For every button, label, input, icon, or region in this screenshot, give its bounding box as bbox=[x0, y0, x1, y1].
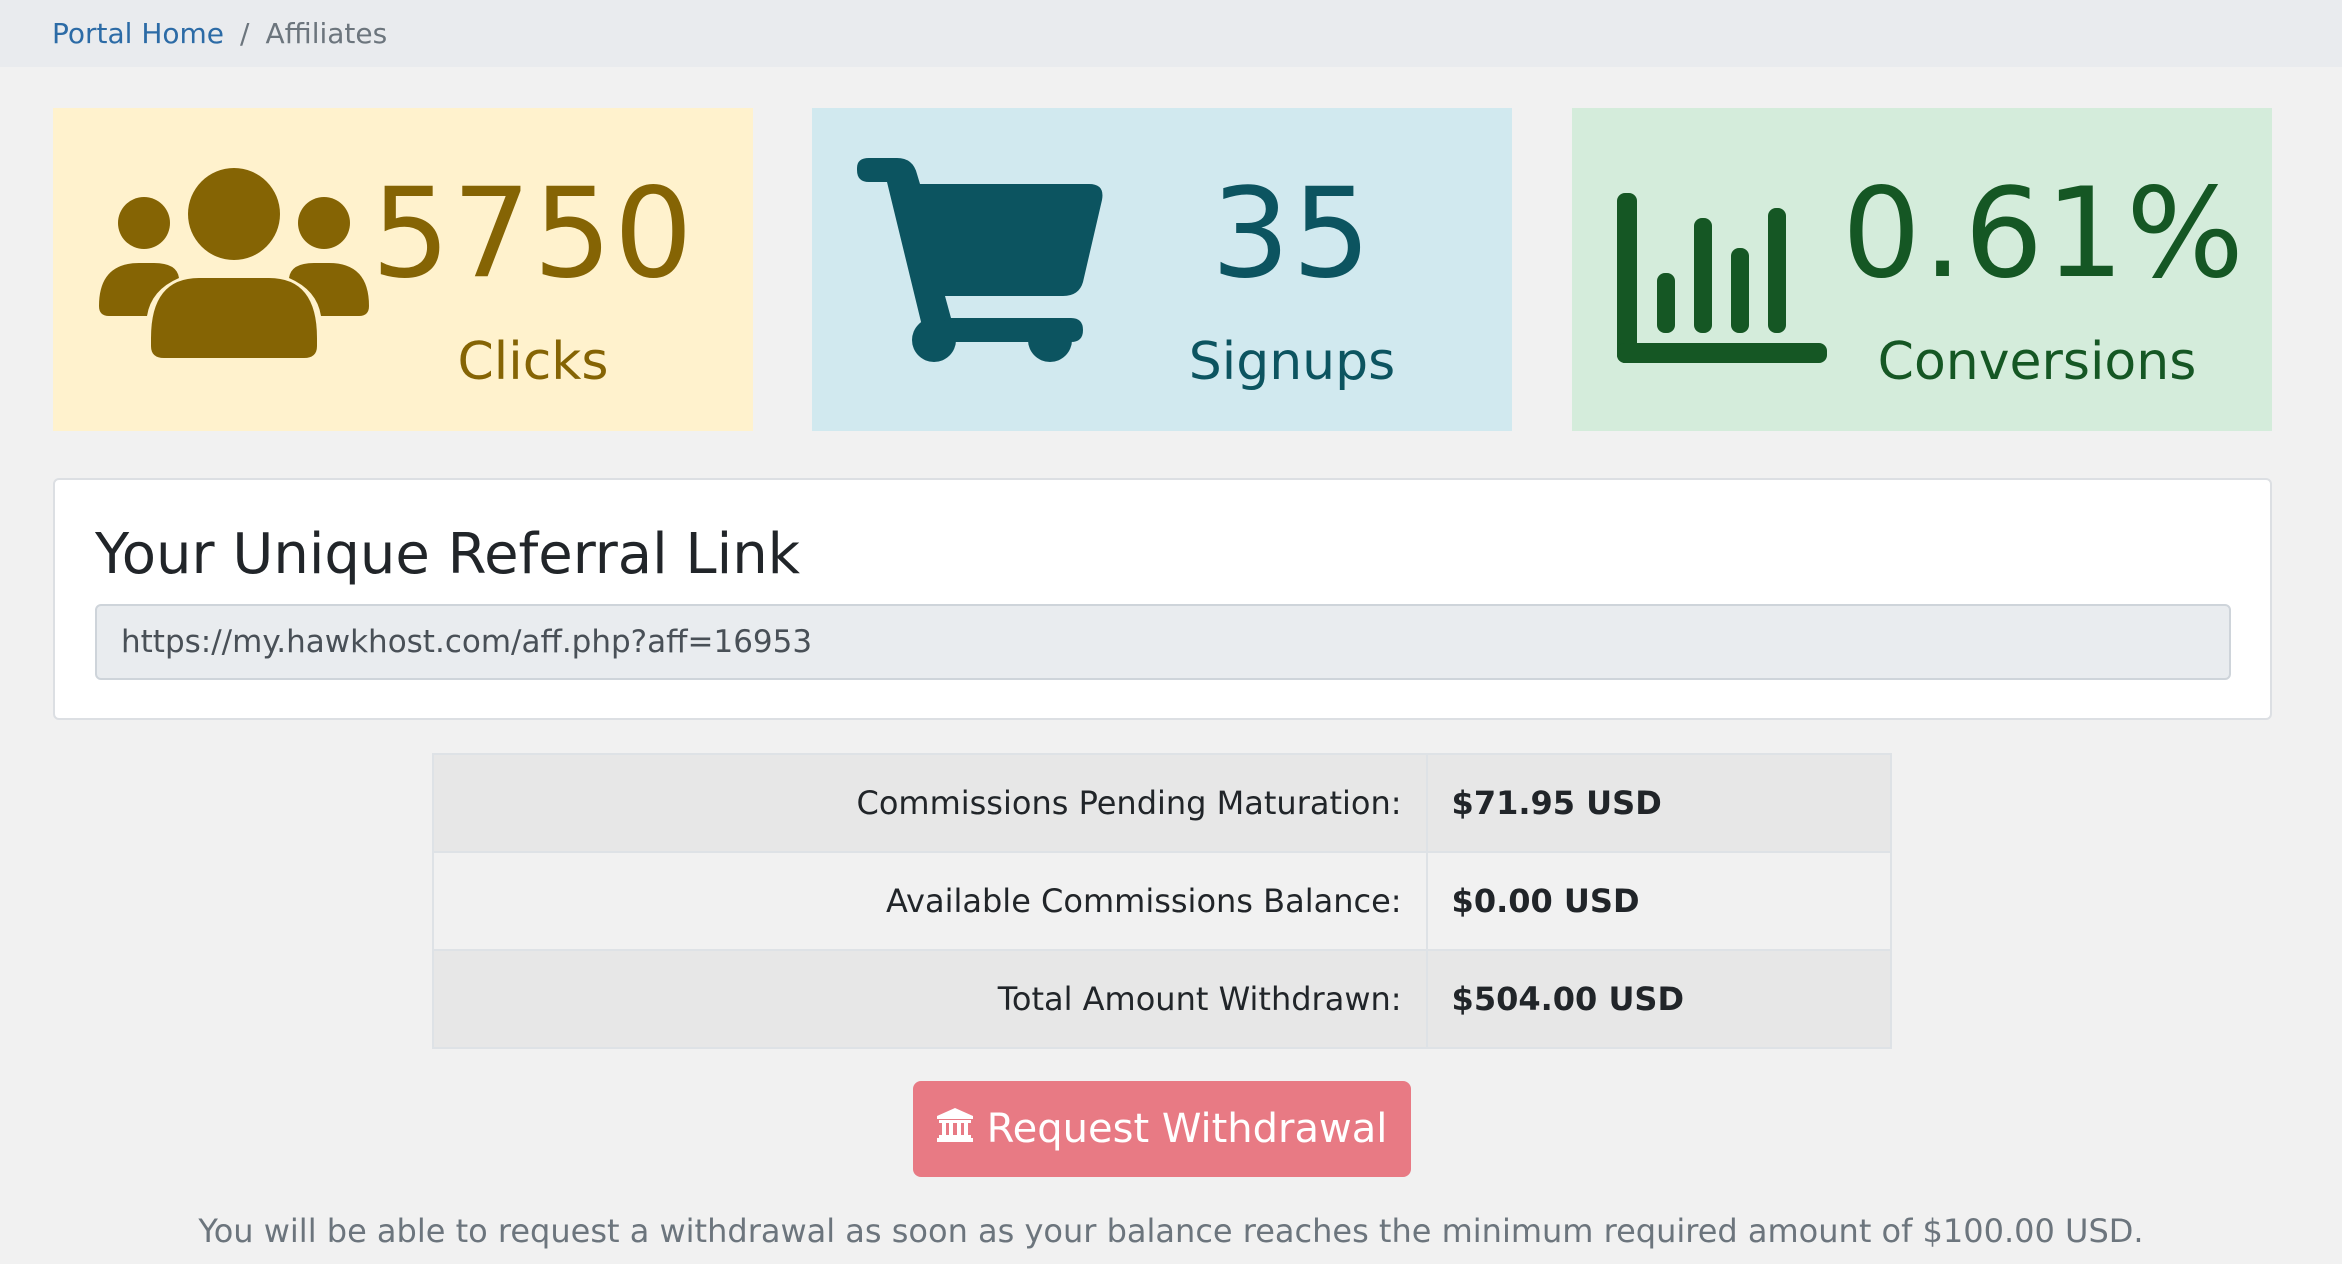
referral-title: Your Unique Referral Link bbox=[95, 522, 801, 587]
commission-label: Commissions Pending Maturation: bbox=[432, 753, 1428, 853]
signups-value: 35 bbox=[1211, 162, 1373, 306]
commission-label: Available Commissions Balance: bbox=[432, 851, 1428, 951]
withdrawal-minimum-note: You will be able to request a withdrawal… bbox=[198, 1212, 2144, 1250]
signups-stat-card: 35 Signups bbox=[812, 108, 1512, 431]
breadcrumb-home-link[interactable]: Portal Home bbox=[52, 17, 224, 50]
commission-value: $504.00 USD bbox=[1425, 949, 1893, 1049]
bank-icon bbox=[936, 1106, 973, 1152]
conversions-stat-text: 0.61% Conversions bbox=[1842, 162, 2246, 392]
users-icon bbox=[99, 168, 369, 368]
conversions-value: 0.61% bbox=[1842, 162, 2246, 306]
referral-link-input[interactable] bbox=[95, 604, 2231, 680]
bar-chart-icon bbox=[1617, 173, 1837, 373]
clicks-stat-card: 5750 Clicks bbox=[53, 108, 753, 431]
table-row: Total Amount Withdrawn: $504.00 USD bbox=[432, 949, 1893, 1049]
clicks-label: Clicks bbox=[457, 332, 609, 392]
commission-value: $71.95 USD bbox=[1425, 753, 1893, 853]
shopping-cart-icon bbox=[857, 158, 1107, 378]
commissions-table: Commissions Pending Maturation: $71.95 U… bbox=[432, 753, 1893, 1049]
signups-stat-text: 35 Signups bbox=[1112, 172, 1472, 388]
breadcrumb-current: Affiliates bbox=[265, 17, 388, 50]
table-row: Available Commissions Balance: $0.00 USD bbox=[432, 851, 1893, 951]
request-withdrawal-button[interactable]: Request Withdrawal bbox=[913, 1081, 1411, 1177]
breadcrumb-separator: / bbox=[240, 17, 250, 50]
conversions-stat-card: 0.61% Conversions bbox=[1572, 108, 2272, 431]
table-row: Commissions Pending Maturation: $71.95 U… bbox=[432, 753, 1893, 853]
signups-label: Signups bbox=[1188, 332, 1396, 392]
referral-link-panel: Your Unique Referral Link bbox=[53, 478, 2272, 720]
breadcrumb: Portal Home / Affiliates bbox=[0, 0, 2342, 67]
commission-label: Total Amount Withdrawn: bbox=[432, 949, 1428, 1049]
commission-value: $0.00 USD bbox=[1425, 851, 1893, 951]
clicks-value: 5750 bbox=[371, 162, 695, 306]
request-withdrawal-label: Request Withdrawal bbox=[986, 1106, 1388, 1152]
conversions-label: Conversions bbox=[1877, 332, 2197, 392]
clicks-stat-text: 5750 Clicks bbox=[353, 172, 713, 388]
